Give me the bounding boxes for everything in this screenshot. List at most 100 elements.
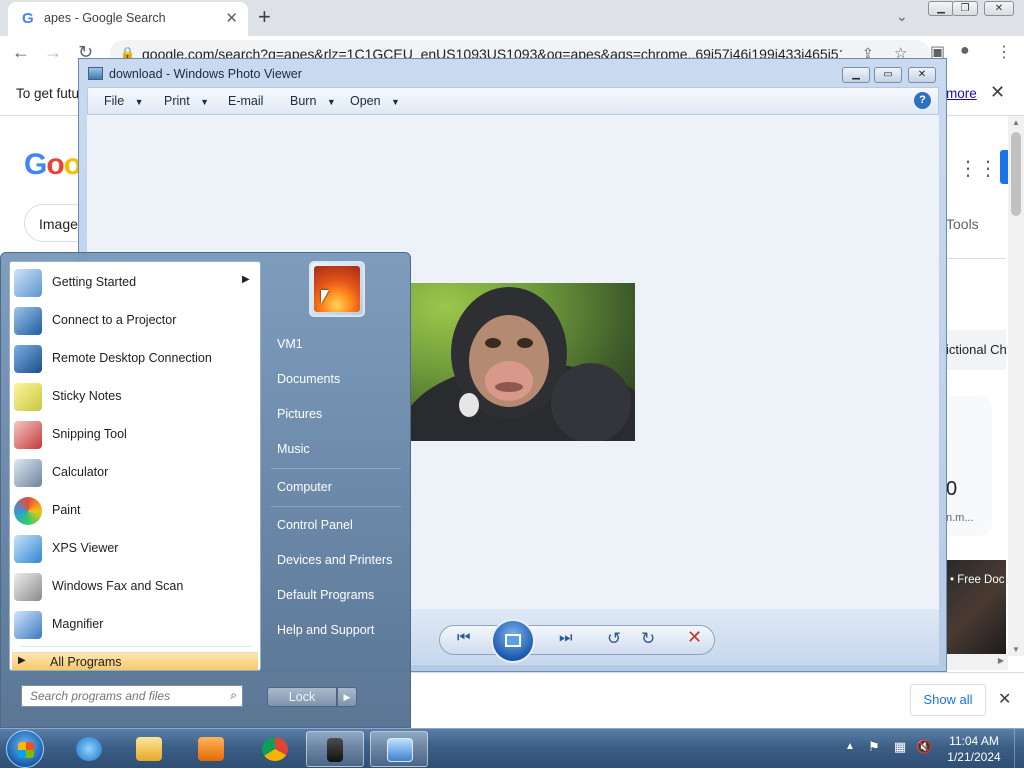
chrome-restore-button[interactable]: ❐ bbox=[952, 1, 978, 16]
program-getting-started[interactable]: Getting Started ▶ bbox=[10, 264, 260, 302]
forward-arrow-icon[interactable]: → bbox=[44, 42, 62, 63]
new-tab-button[interactable]: + bbox=[258, 4, 271, 30]
menu-print[interactable]: Print ▼ bbox=[164, 94, 209, 108]
fictional-chip[interactable]: ictional Ch bbox=[946, 330, 1006, 370]
programs-separator bbox=[20, 646, 252, 647]
tab-google-search[interactable]: G apes - Google Search ✕ bbox=[8, 2, 248, 36]
horizontal-scrollbar[interactable]: ▶ bbox=[946, 654, 1008, 670]
start-search-input[interactable] bbox=[22, 686, 218, 706]
infobar-learn-more-link[interactable]: more bbox=[946, 86, 977, 101]
start-link-documents[interactable]: Documents bbox=[277, 372, 340, 386]
menu-email[interactable]: E-mail bbox=[228, 94, 263, 108]
chrome-close-button[interactable]: ✕ bbox=[984, 1, 1014, 16]
user-picture[interactable] bbox=[309, 261, 365, 317]
pv-close-button[interactable]: ✕ bbox=[908, 67, 936, 83]
next-icon[interactable]: ⏭ bbox=[559, 629, 573, 646]
internet-explorer-icon bbox=[76, 737, 102, 761]
system-clock[interactable]: 11:04 AM 1/21/2024 bbox=[930, 733, 1018, 765]
chrome-menu-icon[interactable]: ⋮ bbox=[996, 42, 1012, 62]
flower-avatar-icon bbox=[314, 266, 360, 312]
tab-search-chevron-icon[interactable]: ⌄ bbox=[896, 8, 908, 25]
program-xps-viewer[interactable]: XPS Viewer bbox=[10, 530, 260, 568]
rotate-counterclockwise-icon[interactable]: ↺ bbox=[607, 629, 621, 649]
scroll-up-icon[interactable]: ▲ bbox=[1012, 118, 1020, 127]
start-link-devices-printers[interactable]: Devices and Printers bbox=[277, 553, 392, 567]
start-link-user[interactable]: VM1 bbox=[277, 337, 303, 351]
program-connect-projector[interactable]: Connect to a Projector bbox=[10, 302, 260, 340]
google-logo[interactable]: Goo bbox=[24, 148, 82, 182]
scroll-down-icon[interactable]: ▼ bbox=[1012, 645, 1020, 654]
all-programs-button[interactable]: ▶ All Programs bbox=[12, 652, 258, 670]
program-paint[interactable]: Paint bbox=[10, 492, 260, 530]
program-magnifier[interactable]: Magnifier bbox=[10, 606, 260, 644]
program-snipping-tool[interactable]: Snipping Tool bbox=[10, 416, 260, 454]
lock-button[interactable]: Lock bbox=[267, 687, 337, 707]
sticky-notes-icon bbox=[14, 383, 42, 411]
start-link-default-programs[interactable]: Default Programs bbox=[277, 588, 374, 602]
start-link-control-panel[interactable]: Control Panel bbox=[277, 518, 353, 532]
menu-open[interactable]: Open ▼ bbox=[350, 94, 400, 108]
tab-close-icon[interactable]: ✕ bbox=[225, 9, 238, 27]
media-player-icon bbox=[198, 737, 224, 761]
taskbar-photo-viewer[interactable] bbox=[370, 731, 428, 767]
program-sticky-notes[interactable]: Sticky Notes bbox=[10, 378, 260, 416]
infobar-close-icon[interactable]: ✕ bbox=[990, 82, 1005, 103]
remote-desktop-icon bbox=[14, 345, 42, 373]
download-bar-close-icon[interactable]: ✕ bbox=[998, 689, 1011, 709]
mouse-cursor-icon bbox=[321, 290, 329, 304]
start-search-box[interactable]: ⌕ bbox=[21, 685, 243, 707]
taskbar-phone-app[interactable] bbox=[306, 731, 364, 767]
scroll-right-icon[interactable]: ▶ bbox=[998, 656, 1004, 665]
taskbar-file-explorer[interactable] bbox=[120, 731, 178, 767]
chevron-down-icon: ▼ bbox=[326, 97, 336, 107]
slideshow-icon bbox=[505, 634, 521, 647]
menu-burn[interactable]: Burn ▼ bbox=[290, 94, 336, 108]
taskbar-media-player[interactable] bbox=[182, 731, 240, 767]
photo-viewer-icon bbox=[387, 738, 413, 762]
snipping-tool-icon bbox=[14, 421, 42, 449]
knowledge-card: 0 n.m... bbox=[946, 396, 992, 536]
shutdown-options-arrow-icon[interactable]: ▶ bbox=[337, 687, 357, 707]
back-arrow-icon[interactable]: ← bbox=[12, 42, 30, 63]
help-icon[interactable]: ? bbox=[914, 92, 931, 109]
menu-file[interactable]: File ▼ bbox=[104, 94, 144, 108]
show-hidden-icons-icon[interactable]: ▲ bbox=[845, 741, 855, 752]
photo-viewer-app-icon bbox=[88, 67, 103, 80]
action-center-flag-icon[interactable]: ⚑ bbox=[866, 739, 882, 755]
start-link-music[interactable]: Music bbox=[277, 442, 310, 456]
taskbar: ▲ ⚑ ▦ 🔇 11:04 AM 1/21/2024 bbox=[0, 728, 1024, 769]
program-calculator[interactable]: Calculator bbox=[10, 454, 260, 492]
previous-icon[interactable]: ⏮ bbox=[457, 629, 471, 646]
network-icon[interactable]: ▦ bbox=[892, 739, 908, 755]
taskbar-internet-explorer[interactable] bbox=[60, 731, 118, 767]
chrome-minimize-button[interactable]: ▁ bbox=[928, 1, 954, 16]
gorilla-thumbnail[interactable]: • Free Doc bbox=[946, 560, 1006, 654]
tools-link[interactable]: Tools bbox=[946, 216, 979, 232]
getting-started-icon bbox=[14, 269, 42, 297]
show-desktop-button[interactable] bbox=[1014, 729, 1024, 769]
profile-avatar-icon[interactable]: ● bbox=[960, 42, 970, 60]
start-button[interactable] bbox=[6, 730, 44, 768]
scrollbar-thumb[interactable] bbox=[1011, 132, 1021, 216]
right-separator bbox=[271, 506, 401, 507]
pv-maximize-button[interactable]: ▭ bbox=[874, 67, 902, 83]
search-icon[interactable]: ⌕ bbox=[230, 688, 237, 703]
taskbar-chrome[interactable] bbox=[246, 731, 304, 767]
google-favicon-icon: G bbox=[22, 10, 34, 27]
start-link-pictures[interactable]: Pictures bbox=[277, 407, 322, 421]
pv-minimize-button[interactable]: ▁ bbox=[842, 67, 870, 83]
sign-in-button[interactable] bbox=[1000, 150, 1008, 184]
calculator-icon bbox=[14, 459, 42, 487]
magnifier-icon bbox=[14, 611, 42, 639]
submenu-arrow-icon: ▶ bbox=[242, 274, 250, 285]
slideshow-button[interactable] bbox=[491, 619, 535, 663]
program-fax-scan[interactable]: Windows Fax and Scan bbox=[10, 568, 260, 606]
page-scrollbar[interactable]: ▲ ▼ bbox=[1008, 116, 1024, 656]
start-link-help-support[interactable]: Help and Support bbox=[277, 623, 374, 637]
program-remote-desktop[interactable]: Remote Desktop Connection bbox=[10, 340, 260, 378]
photo-viewer-menu-bar: File ▼ Print ▼ E-mail Burn ▼ Open ▼ ? bbox=[87, 87, 939, 115]
show-all-downloads-button[interactable]: Show all bbox=[910, 684, 986, 716]
start-link-computer[interactable]: Computer bbox=[277, 480, 332, 494]
delete-icon[interactable]: ✕ bbox=[687, 627, 702, 648]
rotate-clockwise-icon[interactable]: ↻ bbox=[641, 629, 655, 649]
